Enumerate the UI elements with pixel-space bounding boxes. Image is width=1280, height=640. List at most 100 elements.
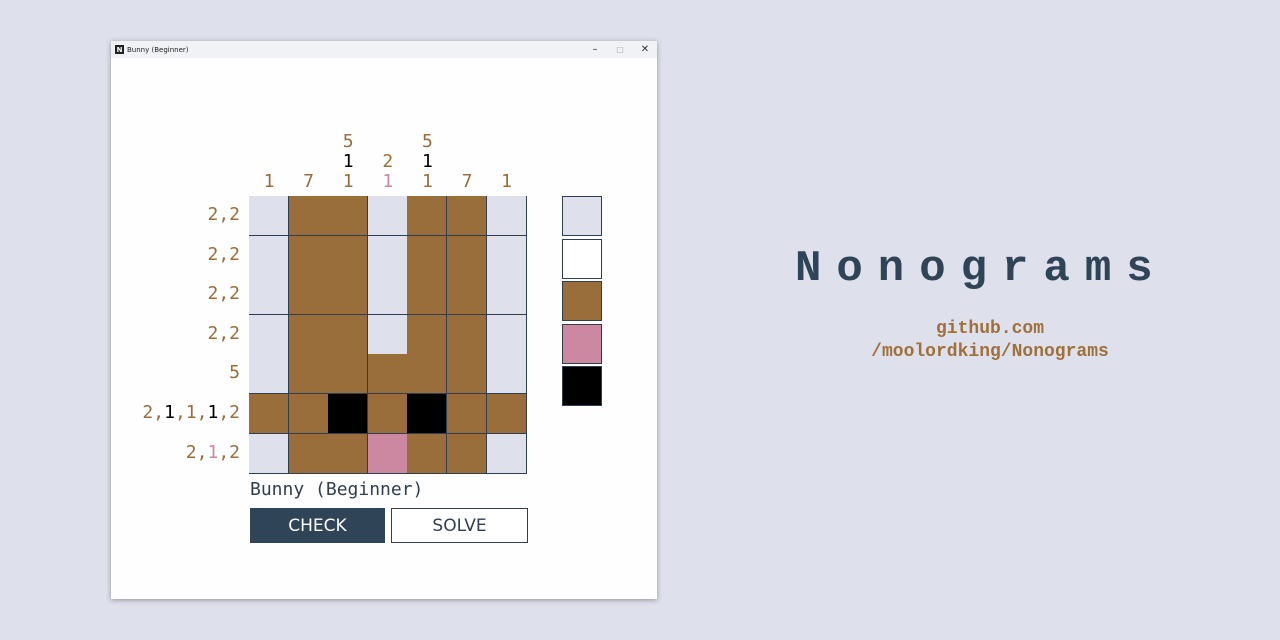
grid-cell[interactable]	[486, 314, 527, 355]
grid-cell[interactable]	[249, 394, 289, 434]
row-clue: 2,2	[40, 243, 240, 265]
grid-cell[interactable]	[407, 275, 448, 316]
grid-cell[interactable]	[407, 196, 448, 236]
grid-cell[interactable]	[486, 354, 527, 395]
grid-cell[interactable]	[328, 354, 369, 395]
grid-cell[interactable]	[249, 275, 289, 316]
grid-cell[interactable]	[288, 235, 329, 276]
row-clue: 2,2	[40, 322, 240, 344]
grid-cell[interactable]	[249, 433, 289, 474]
grid-cell[interactable]	[447, 394, 487, 434]
palette-swatch-empty[interactable]	[562, 196, 602, 236]
grid-cell[interactable]	[447, 235, 487, 276]
grid-cell[interactable]	[367, 314, 408, 355]
repo-link-host[interactable]: github.com	[850, 319, 1130, 339]
clue-number: 7	[303, 171, 315, 192]
grid-cell[interactable]	[407, 394, 448, 434]
grid-cell[interactable]	[288, 275, 329, 316]
grid-cell[interactable]	[367, 235, 408, 276]
clue-number: 2	[207, 322, 219, 344]
close-button[interactable]: ✕	[632, 41, 658, 58]
grid-cell[interactable]	[486, 196, 527, 236]
grid-cell[interactable]	[486, 433, 527, 474]
minimize-button[interactable]: –	[582, 41, 608, 58]
clue-number: 2	[207, 243, 219, 265]
grid-cell[interactable]	[407, 314, 448, 355]
clue-number: 2	[229, 322, 240, 344]
clue-number: 1	[382, 171, 394, 192]
title-bar[interactable]: N Bunny (Beginner) – □ ✕	[111, 41, 657, 58]
palette-swatch-white[interactable]	[562, 238, 602, 279]
grid-cell[interactable]	[367, 354, 408, 395]
column-clue: 1	[249, 172, 289, 192]
clue-number: 2	[207, 204, 219, 225]
grid-cell[interactable]	[447, 314, 487, 355]
grid-cell[interactable]	[249, 354, 289, 395]
clue-number: 5	[342, 131, 354, 152]
clue-separator: ,	[153, 402, 165, 423]
clue-number: 2	[229, 402, 240, 423]
clue-separator: ,	[196, 402, 208, 423]
clue-number: 2	[382, 151, 394, 172]
clue-number: 5	[421, 131, 433, 152]
grid-cell[interactable]	[249, 235, 289, 276]
palette-swatch-brown[interactable]	[562, 281, 602, 321]
clue-separator: ,	[218, 402, 230, 423]
clue-number: 1	[421, 171, 433, 192]
grid-cell[interactable]	[367, 275, 408, 316]
clue-number: 1	[342, 171, 354, 192]
palette-swatch-black[interactable]	[562, 366, 602, 406]
row-clue: 5	[40, 363, 240, 383]
column-clue: 7	[289, 172, 329, 192]
grid-cell[interactable]	[407, 433, 448, 474]
row-clue: 2,1,2	[40, 442, 240, 463]
column-clue: 7	[447, 172, 487, 192]
clue-separator: ,	[218, 243, 230, 265]
grid-cell[interactable]	[407, 354, 448, 395]
grid-cell[interactable]	[249, 314, 289, 355]
palette-swatch-pink[interactable]	[562, 323, 602, 364]
app-window: N Bunny (Beginner) – □ ✕ 175112151171 2,…	[111, 41, 657, 599]
row-clue: 2,2	[40, 205, 240, 225]
grid-cell[interactable]	[288, 394, 329, 434]
app-icon: N	[115, 45, 124, 54]
clue-number: 2	[207, 283, 219, 305]
grid-cell[interactable]	[367, 433, 408, 474]
grid-cell[interactable]	[486, 275, 527, 316]
grid-cell[interactable]	[288, 196, 329, 236]
maximize-button[interactable]: □	[607, 41, 633, 58]
clue-number: 1	[207, 402, 219, 423]
grid-cell[interactable]	[407, 235, 448, 276]
clue-number: 7	[461, 171, 473, 192]
clue-number: 2	[142, 402, 154, 423]
clue-number: 1	[164, 402, 175, 423]
grid-cell[interactable]	[447, 433, 487, 474]
grid-cell[interactable]	[486, 394, 527, 434]
repo-link-path[interactable]: /moolordking/Nonograms	[850, 342, 1130, 362]
grid-cell[interactable]	[328, 196, 369, 236]
grid-cell[interactable]	[328, 433, 369, 474]
grid-cell[interactable]	[328, 394, 369, 434]
check-button[interactable]: CHECK	[250, 508, 385, 543]
grid-cell[interactable]	[288, 433, 329, 474]
grid-cell[interactable]	[486, 235, 527, 276]
grid-cell[interactable]	[328, 275, 369, 316]
grid-cell[interactable]	[447, 354, 487, 395]
solve-button[interactable]: SOLVE	[391, 508, 528, 543]
clue-separator: ,	[218, 283, 230, 305]
clue-number: 1	[421, 151, 433, 172]
grid-cell[interactable]	[328, 235, 369, 276]
clue-separator: ,	[218, 322, 230, 344]
grid-cell[interactable]	[367, 196, 408, 236]
grid-cell[interactable]	[447, 196, 487, 236]
grid-cell[interactable]	[249, 196, 289, 236]
grid-cell[interactable]	[288, 314, 329, 355]
grid-cell[interactable]	[367, 394, 408, 434]
window-title: Bunny (Beginner)	[127, 45, 189, 54]
clue-number: 1	[501, 171, 513, 192]
grid-cell[interactable]	[288, 354, 329, 395]
grid-cell[interactable]	[447, 275, 487, 316]
clue-number: 2	[229, 283, 240, 305]
grid-cell[interactable]	[328, 314, 369, 355]
clue-number: 1	[342, 151, 354, 172]
